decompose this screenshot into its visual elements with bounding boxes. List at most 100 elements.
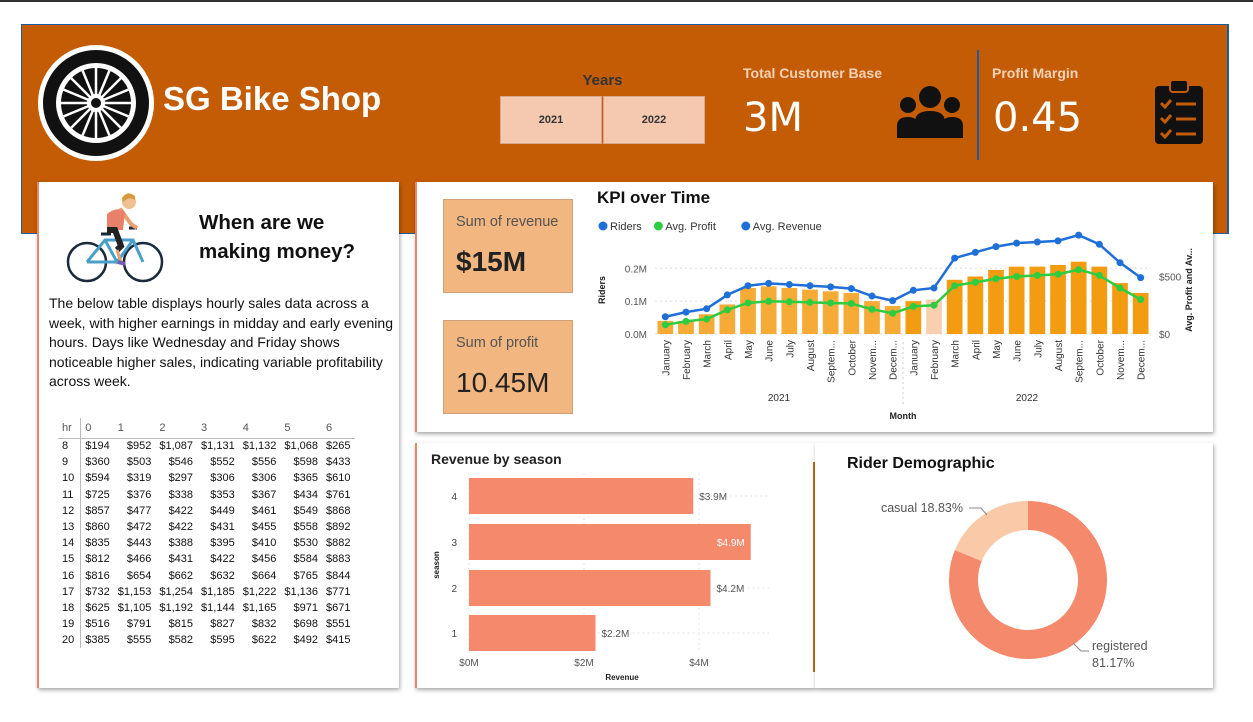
table-header-day[interactable]: 1 <box>113 418 156 439</box>
avg-profit-point[interactable] <box>1116 284 1124 292</box>
riders-bar[interactable] <box>802 289 818 334</box>
avg-revenue-point[interactable] <box>1033 238 1041 246</box>
avg-revenue-point[interactable] <box>992 243 1000 251</box>
riders-bar[interactable] <box>760 286 777 334</box>
avg-revenue-point[interactable] <box>765 279 773 287</box>
avg-revenue-point[interactable] <box>868 292 876 300</box>
avg-profit-point[interactable] <box>765 297 773 305</box>
season-bar[interactable] <box>469 478 694 514</box>
table-cell: $1,185 <box>201 585 235 598</box>
legend-label[interactable]: Avg. Revenue <box>753 221 822 233</box>
avg-profit-point[interactable] <box>909 302 917 310</box>
table-cell: $376 <box>126 488 152 501</box>
season-bar[interactable] <box>469 524 751 560</box>
avg-profit-point[interactable] <box>971 278 979 286</box>
avg-profit-point[interactable] <box>930 301 938 309</box>
table-cell: $1,131 <box>201 440 235 453</box>
avg-profit-point[interactable] <box>1095 271 1103 279</box>
avg-profit-point[interactable] <box>785 298 793 306</box>
avg-revenue-point[interactable] <box>951 254 959 262</box>
table-header-hr[interactable]: hr <box>58 418 82 439</box>
table-cell: $1,068 <box>284 440 319 453</box>
avg-profit-point[interactable] <box>847 300 855 308</box>
bar-data-label: $2.2M <box>602 629 630 640</box>
table-cell: $365 <box>293 472 319 485</box>
avg-revenue-point[interactable] <box>1075 231 1083 239</box>
avg-profit-point[interactable] <box>1013 273 1021 280</box>
avg-profit-point[interactable] <box>1075 266 1083 274</box>
avg-revenue-point[interactable] <box>703 305 711 313</box>
avg-revenue-point[interactable] <box>1116 259 1124 267</box>
customer-base-value: 3M <box>743 95 803 141</box>
table-cell: $477 <box>126 504 152 517</box>
riders-bar[interactable] <box>843 292 860 334</box>
avg-profit-point[interactable] <box>682 317 690 325</box>
avg-revenue-point[interactable] <box>723 291 731 299</box>
avg-profit-point[interactable] <box>723 306 731 314</box>
legend-label[interactable]: Riders <box>610 221 642 233</box>
year-button-2022[interactable]: 2022 <box>603 96 705 144</box>
avg-revenue-line <box>665 233 1142 318</box>
casual-label: casual 18.83% <box>881 501 963 515</box>
table-header-day[interactable]: 5 <box>280 418 323 439</box>
table-header-day[interactable]: 4 <box>238 418 281 439</box>
avg-profit-point[interactable] <box>868 305 876 313</box>
table-cell: $816 <box>85 569 110 582</box>
table-cell: $725 <box>85 488 110 501</box>
avg-profit-point[interactable] <box>889 309 897 317</box>
people-icon <box>897 86 963 138</box>
avg-profit-point[interactable] <box>827 299 835 307</box>
avg-profit-point[interactable] <box>1033 271 1041 279</box>
avg-revenue-point[interactable] <box>661 313 669 321</box>
avg-profit-point[interactable] <box>661 321 669 329</box>
x-tick-label: August <box>806 340 817 371</box>
x-tick-label: April <box>723 340 734 360</box>
avg-revenue-point[interactable] <box>744 282 752 290</box>
legend-label[interactable]: Avg. Profit <box>665 221 716 233</box>
y-tick-label: 3 <box>451 538 457 549</box>
table-cell: $1,254 <box>159 585 194 598</box>
table-cell: $594 <box>85 472 110 485</box>
table-cell: $1,132 <box>242 440 277 453</box>
avg-revenue-point[interactable] <box>847 285 855 293</box>
avg-revenue-point[interactable] <box>930 284 938 292</box>
avg-profit-point[interactable] <box>1137 296 1145 303</box>
table-cell: $791 <box>126 618 152 631</box>
riders-bar[interactable] <box>740 288 756 334</box>
avg-revenue-point[interactable] <box>1095 240 1103 248</box>
table-cell: $584 <box>293 553 319 566</box>
table-cell: $395 <box>210 537 235 550</box>
avg-revenue-point[interactable] <box>971 248 979 256</box>
avg-revenue-point[interactable] <box>1137 274 1145 282</box>
table-cell: $632 <box>210 569 235 582</box>
avg-revenue-point[interactable] <box>909 286 917 294</box>
avg-revenue-point[interactable] <box>889 297 897 305</box>
avg-profit-point[interactable] <box>992 275 1000 283</box>
avg-profit-point[interactable] <box>703 315 711 323</box>
table-header-day[interactable]: 2 <box>155 418 198 439</box>
table-header-day[interactable]: 6 <box>322 418 355 439</box>
table-row: 11 $725 $376 $338 $353 $367 $434 $761 <box>58 486 355 503</box>
avg-profit-point[interactable] <box>806 298 814 306</box>
season-bar[interactable] <box>469 615 596 651</box>
avg-profit-point[interactable] <box>951 282 959 290</box>
avg-profit-point[interactable] <box>744 299 752 307</box>
season-bar[interactable] <box>469 570 711 606</box>
hourly-sales-panel: When are we making money? The below tabl… <box>37 182 399 688</box>
riders-bar[interactable] <box>781 288 798 334</box>
avg-revenue-point[interactable] <box>806 282 814 290</box>
riders-bar[interactable] <box>822 291 839 334</box>
table-row: 20 $385 $555 $582 $595 $622 $492 $415 <box>58 632 355 649</box>
avg-revenue-point[interactable] <box>1013 239 1021 247</box>
table-row-hour: 12 <box>58 502 82 519</box>
table-row-hour: 11 <box>58 486 82 503</box>
table-header-day[interactable]: 0 <box>80 418 114 439</box>
avg-revenue-point[interactable] <box>785 281 793 289</box>
donut-slice-casual[interactable] <box>954 501 1028 562</box>
avg-revenue-point[interactable] <box>827 283 835 291</box>
avg-profit-point[interactable] <box>1054 270 1062 278</box>
avg-revenue-point[interactable] <box>682 308 690 316</box>
table-header-day[interactable]: 3 <box>197 418 239 439</box>
year-button-2021[interactable]: 2021 <box>500 96 602 144</box>
avg-revenue-point[interactable] <box>1054 237 1062 245</box>
